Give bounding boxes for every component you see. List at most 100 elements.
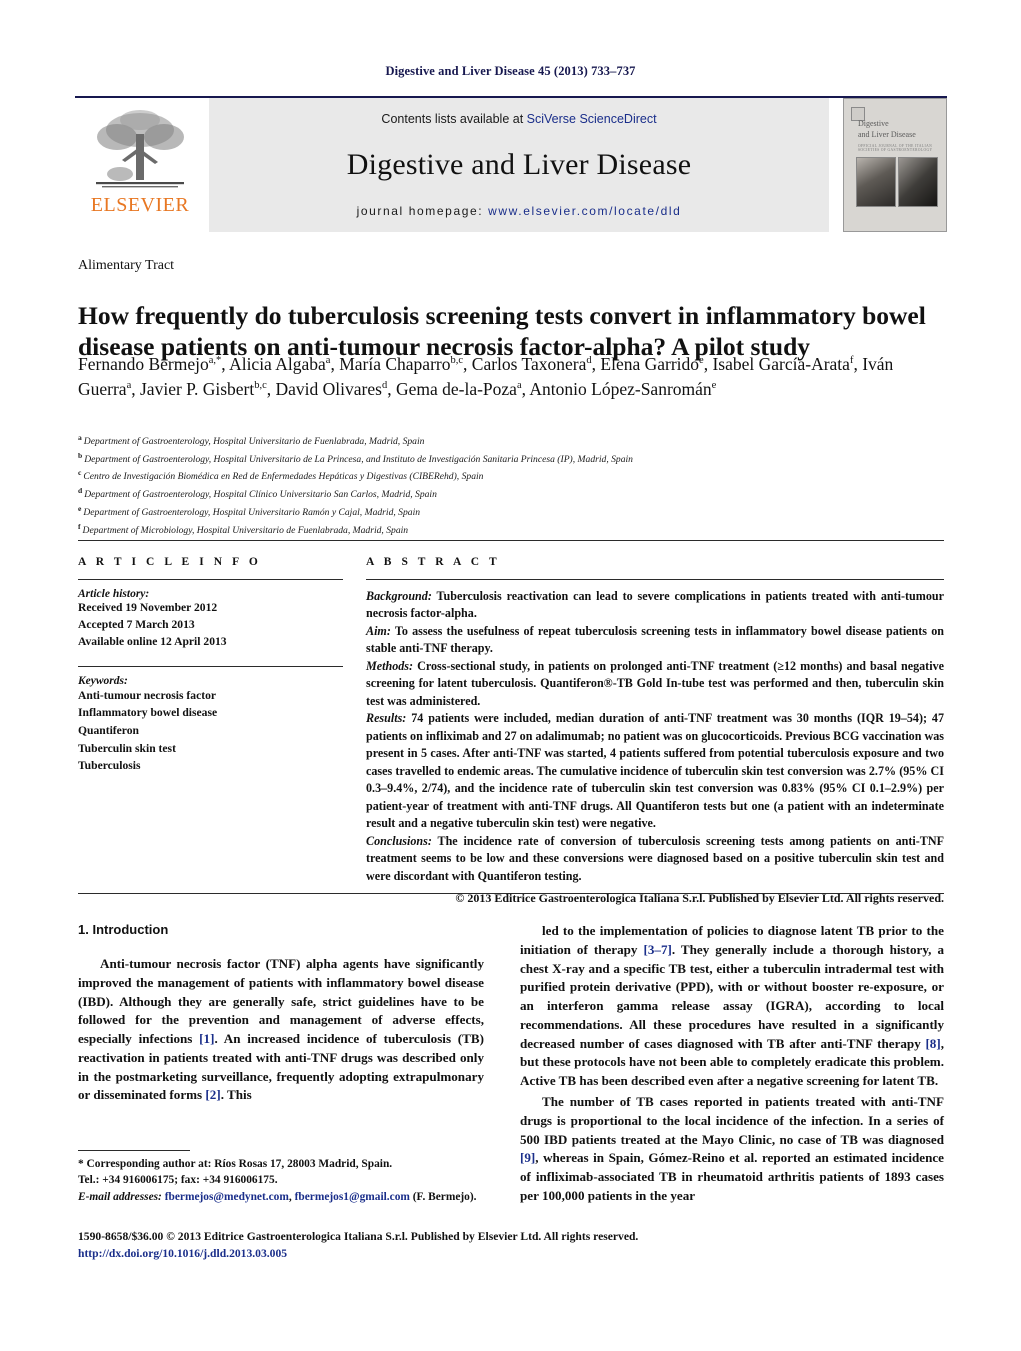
affiliation-text: Department of Gastroenterology, Hospital… [84, 489, 437, 501]
email-owner: (F. Bermejo). [409, 1190, 477, 1203]
corresponding-author-footnote: * Corresponding author at: Ríos Rosas 17… [78, 1150, 484, 1205]
article-info-heading: A R T I C L E I N F O [78, 556, 262, 568]
keyword-item: Inflammatory bowel disease [78, 706, 218, 720]
abstract-rule [366, 579, 944, 580]
journal-band: Contents lists available at SciVerse Sci… [209, 98, 829, 232]
elsevier-wordmark: ELSEVIER [90, 194, 190, 216]
doi-link[interactable]: http://dx.doi.org/10.1016/j.dld.2013.03.… [78, 1245, 778, 1262]
contents-list-line: Contents lists available at SciVerse Sci… [381, 112, 656, 126]
running-head: Digestive and Liver Disease 45 (2013) 73… [385, 64, 636, 78]
keyword-item: Quantiferon [78, 723, 139, 737]
email-line: E-mail addresses: fbermejos@medynet.com,… [78, 1189, 484, 1205]
affiliation-item: d Department of Gastroenterology, Hospita… [78, 485, 948, 503]
affiliation-item: f Department of Microbiology, Hospital Un… [78, 521, 948, 539]
keyword-item: Anti-tumour necrosis factor [78, 688, 217, 702]
affiliation-item: c Centro de Investigación Biomédica en Re… [78, 467, 948, 485]
journal-title: Digestive and Liver Disease [346, 148, 692, 181]
affiliation-marker: e [78, 503, 82, 513]
citation-ref[interactable]: [2] [205, 1087, 220, 1102]
affiliation-marker: f [78, 521, 81, 531]
intro-paragraphs-right: led to the implementation of policies to… [520, 922, 944, 1206]
article-section-label: Alimentary Tract [78, 258, 175, 273]
abstract-section-text: The incidence rate of conversion of tube… [366, 833, 944, 883]
abstract-section-text: To assess the usefulness of repeat tuber… [366, 623, 944, 656]
abstract-column: A B S T R A C T Background: Tuberculosis… [366, 556, 944, 906]
abstract-section: Results: 74 patients were included, medi… [366, 710, 944, 832]
intro-paragraphs-left: Anti-tumour necrosis factor (TNF) alpha … [78, 955, 484, 1105]
elsevier-logo: ELSEVIER [75, 98, 205, 232]
abstract-section-text: Tuberculosis reactivation can lead to se… [366, 589, 944, 621]
cover-title: Digestive and Liver Disease [858, 119, 916, 141]
abstract-section: Methods: Cross-sectional study, in patie… [366, 658, 944, 710]
body-paragraph: The number of TB cases reported in patie… [520, 1094, 944, 1203]
abstract-heading: A B S T R A C T [366, 556, 501, 568]
footnote-rule [78, 1150, 190, 1151]
article-history-item: Received 19 November 2012 [78, 601, 218, 614]
body-paragraph: Anti-tumour necrosis factor (TNF) alpha … [78, 956, 484, 1103]
affiliation-item: e Department of Gastroenterology, Hospita… [78, 503, 948, 521]
abstract-section-text: 74 patients were included, median durati… [366, 711, 944, 831]
elsevier-tree-icon [96, 110, 184, 188]
affiliation-item: a Department of Gastroenterology, Hospita… [78, 432, 948, 450]
citation-ref[interactable]: [8] [925, 1036, 940, 1051]
citation-ref[interactable]: [9] [520, 1150, 535, 1165]
email-addresses-label: E-mail addresses: [78, 1190, 162, 1203]
article-info-column: A R T I C L E I N F O Article history: R… [78, 556, 343, 775]
article-info-rule-2 [78, 665, 343, 667]
keyword-item: Tuberculin skin test [78, 741, 176, 755]
abstract-copyright: © 2013 Editrice Gastroenterologica Itali… [455, 890, 944, 905]
affiliation-marker: b [78, 450, 83, 460]
affiliation-item: b Department of Gastroenterology, Hospita… [78, 450, 948, 468]
cover-scan-image-left [856, 157, 896, 207]
cover-subtitle: OFFICIAL JOURNAL OF THE ITALIAN SOCIETIE… [858, 144, 933, 152]
abstract-section-label: Conclusions: [366, 833, 432, 848]
cover-title-line1: Digestive [858, 119, 889, 128]
affiliation-marker: c [78, 468, 82, 478]
body-column-right: led to the implementation of policies to… [520, 922, 944, 1208]
author-list: Fernando Bermejoa,*, Alicia Algabaa, Mar… [78, 354, 894, 400]
affiliation-marker: d [78, 486, 83, 496]
paper-page: Digestive and Liver Disease 45 (2013) 73… [0, 0, 1021, 1351]
homepage-prefix: journal homepage: [356, 204, 489, 218]
keywords-list: Anti-tumour necrosis factor Inflammatory … [78, 687, 343, 775]
sciencedirect-link[interactable]: SciVerse ScienceDirect [527, 112, 657, 126]
article-history-item: Accepted 7 March 2013 [78, 617, 195, 631]
affiliation-text: Department of Gastroenterology, Hospital… [84, 453, 633, 465]
article-info-rule-1 [78, 579, 343, 580]
homepage-url-link[interactable]: www.elsevier.com/locate/dld [488, 204, 681, 218]
abstract-section: Conclusions: The incidence rate of conve… [366, 833, 944, 885]
abstract-section-label: Methods: [366, 658, 414, 673]
abstract-section-label: Results: [366, 711, 407, 726]
journal-cover-thumbnail[interactable]: Digestive and Liver Disease OFFICIAL JOU… [843, 98, 947, 232]
issn-line: 1590-8658/$36.00 © 2013 Editrice Gastroe… [78, 1230, 639, 1243]
article-history-label: Article history: [78, 588, 150, 600]
affiliation-text: Centro de Investigación Biomédica en Red… [83, 471, 484, 483]
affiliation-marker: a [78, 433, 82, 442]
article-history-list: Received 19 November 2012 Accepted 7 Marc… [78, 600, 343, 651]
abstract-section: Aim: To assess the usefulness of repeat … [366, 623, 944, 658]
email-link-1[interactable]: fbermejos@medynet.com [165, 1191, 289, 1203]
introduction-heading: 1. Introduction [78, 922, 169, 937]
corresponding-author-line: * Corresponding author at: Ríos Rosas 17… [78, 1158, 393, 1170]
contents-prefix: Contents lists available at [381, 112, 527, 126]
affiliation-text: Department of Gastroenterology, Hospital… [83, 436, 425, 448]
abstract-top-rule [78, 540, 944, 541]
abstract-section: Background: Tuberculosis reactivation ca… [366, 588, 944, 623]
journal-homepage-line: journal homepage: www.elsevier.com/locat… [357, 204, 682, 218]
telephone-line: Tel.: +34 916006175; fax: +34 916006175. [78, 1174, 278, 1187]
abstract-section-text: Cross-sectional study, in patients on pr… [366, 658, 944, 708]
cover-title-line2: and Liver Disease [858, 129, 916, 139]
affiliation-text: Department of Gastroenterology, Hospital… [83, 507, 421, 519]
cover-scan-image-right [898, 157, 938, 207]
abstract-section-label: Background: [366, 589, 432, 603]
keywords-label: Keywords: [78, 674, 128, 687]
body-column-left: 1. Introduction Anti-tumour necrosis fac… [78, 922, 484, 1107]
abstract-body: Background: Tuberculosis reactivation ca… [366, 588, 944, 885]
email-link-2[interactable]: fbermejos1@gmail.com [295, 1191, 410, 1203]
citation-ref[interactable]: [3–7] [643, 942, 671, 957]
email-sep: , [288, 1190, 292, 1203]
affiliation-text: Department of Microbiology, Hospital Uni… [82, 524, 409, 536]
abstract-section-label: Aim: [366, 623, 391, 638]
citation-ref[interactable]: [1] [199, 1031, 214, 1046]
issn-copyright-block: 1590-8658/$36.00 © 2013 Editrice Gastroe… [78, 1228, 778, 1263]
